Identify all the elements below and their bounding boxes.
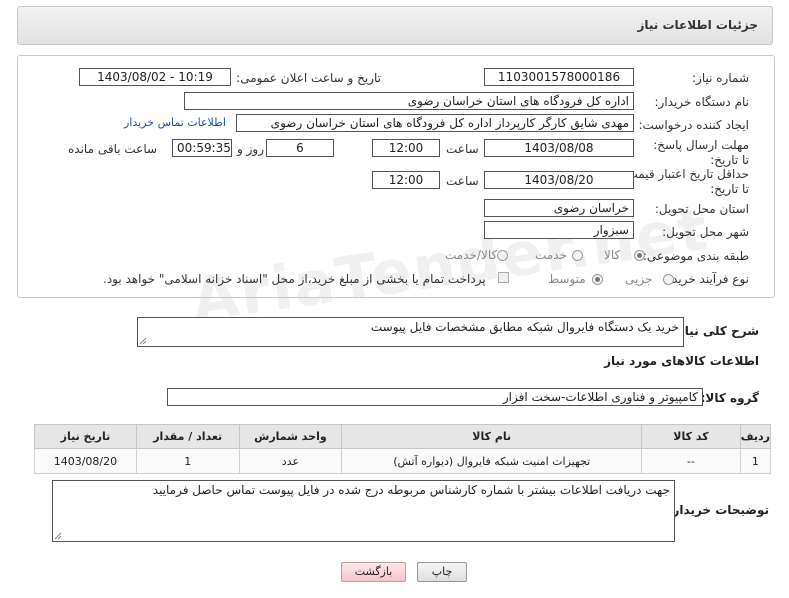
buyer-label: نام دستگاه خریدار: (654, 95, 750, 109)
process-option-minor: جزیی (625, 272, 653, 286)
cell-goods-name: تجهیزات امنیت شبکه فایروال (دیواره آتش) (341, 448, 643, 474)
deadline-date-field: 1403/08/08 (484, 139, 634, 157)
process-radio-medium[interactable] (592, 274, 603, 285)
process-option-medium: متوسط (548, 272, 586, 286)
buyer-notes-text: جهت دریافت اطلاعات بیشتر با شماره کارشنا… (152, 483, 670, 497)
page-title: جزئیات اطلاعات نیاز (637, 18, 758, 32)
remaining-label: ساعت باقی مانده (68, 142, 158, 156)
days-label: روز و (237, 142, 264, 156)
creator-field: مهدی شایق کارگر کارپرداز اداره کل فرودگا… (236, 114, 634, 132)
buyer-notes-label: توضیحات خریدار: (667, 503, 769, 517)
need-number-field: 1103001578000186 (484, 68, 634, 86)
page-header: جزئیات اطلاعات نیاز (17, 6, 773, 45)
treasury-payment-note: پرداخت تمام یا بخشی از مبلغ خرید،از محل … (103, 272, 486, 286)
col-header-goods-code: کد کالا (641, 424, 741, 449)
remaining-time-field: 00:59:35 (172, 139, 232, 157)
resize-grip-icon (139, 337, 147, 345)
deadline-time-label: ساعت (446, 142, 479, 156)
col-header-quantity: تعداد / مقدار (135, 424, 240, 449)
category-radio-service[interactable] (572, 250, 583, 261)
validity-label: حداقل تاریخ اعتبار قیمت: تا تاریخ: (622, 167, 749, 196)
resize-grip-icon (54, 532, 62, 540)
goods-section-title: اطلاعات کالاهای مورد نیاز (604, 354, 759, 368)
description-label: شرح کلی نیاز: (673, 324, 759, 338)
need-number-label: شماره نیاز: (692, 71, 749, 85)
province-field: خراسان رضوی (484, 199, 634, 217)
creator-label: ایجاد کننده درخواست: (638, 118, 749, 132)
province-label: استان محل تحویل: (654, 202, 749, 216)
print-button[interactable]: چاپ (417, 562, 467, 582)
category-option-goods-service: کالا/خدمت (445, 248, 498, 262)
deadline-time-field: 12:00 (372, 139, 440, 157)
cell-unit: عدد (238, 448, 343, 474)
category-radio-goods-service[interactable] (497, 250, 508, 261)
deadline-label: مهلت ارسال پاسخ: تا تاریخ: (653, 138, 749, 167)
validity-date-field: 1403/08/20 (484, 171, 634, 189)
cell-row-number: 1 (739, 448, 772, 474)
validity-time-label: ساعت (446, 174, 479, 188)
process-radio-minor[interactable] (663, 274, 674, 285)
city-label: شهر محل تحویل: (662, 225, 749, 239)
process-label: نوع فرآیند خرید : (664, 272, 749, 286)
category-option-service: خدمت (535, 248, 567, 262)
goods-group-field: کامپیوتر و فناوری اطلاعات-سخت افزار (167, 388, 703, 406)
col-header-row-number: ردیف (739, 424, 772, 449)
cell-need-date: 1403/08/20 (34, 448, 137, 474)
treasury-payment-checkbox[interactable] (498, 272, 509, 283)
description-text: خرید یک دستگاه فایروال شبکه مطابق مشخصات… (370, 320, 679, 334)
goods-table: ردیف کد کالا نام کالا واحد شمارش تعداد /… (34, 424, 772, 474)
table-row: 1 -- تجهیزات امنیت شبکه فایروال (دیواره … (34, 448, 772, 474)
category-radio-goods[interactable] (634, 250, 645, 261)
description-textarea: خرید یک دستگاه فایروال شبکه مطابق مشخصات… (137, 317, 684, 347)
cell-goods-code: -- (641, 448, 741, 474)
table-header-row: ردیف کد کالا نام کالا واحد شمارش تعداد /… (34, 424, 772, 449)
back-button[interactable]: بازگشت (341, 562, 406, 582)
col-header-need-date: تاریخ نیاز (34, 424, 137, 449)
category-option-goods: کالا (604, 248, 621, 262)
goods-group-label: گروه کالا: (700, 391, 759, 405)
buyer-notes-textarea: جهت دریافت اطلاعات بیشتر با شماره کارشنا… (52, 480, 675, 542)
announce-datetime-field: 1403/08/02 - 10:19 (79, 68, 231, 86)
announce-label: تاریخ و ساعت اعلان عمومی: (236, 71, 381, 85)
city-field: سبزوار (484, 221, 634, 239)
cell-quantity: 1 (135, 448, 240, 474)
days-remaining-field: 6 (266, 139, 334, 157)
buyer-contact-link[interactable]: اطلاعات تماس خریدار (124, 116, 226, 129)
validity-time-field: 12:00 (372, 171, 440, 189)
buyer-field: اداره کل فرودگاه های استان خراسان رضوی (184, 92, 634, 110)
col-header-goods-name: نام کالا (341, 424, 643, 449)
col-header-unit: واحد شمارش (238, 424, 343, 449)
category-label: طبقه بندی موضوعی: (642, 249, 749, 263)
